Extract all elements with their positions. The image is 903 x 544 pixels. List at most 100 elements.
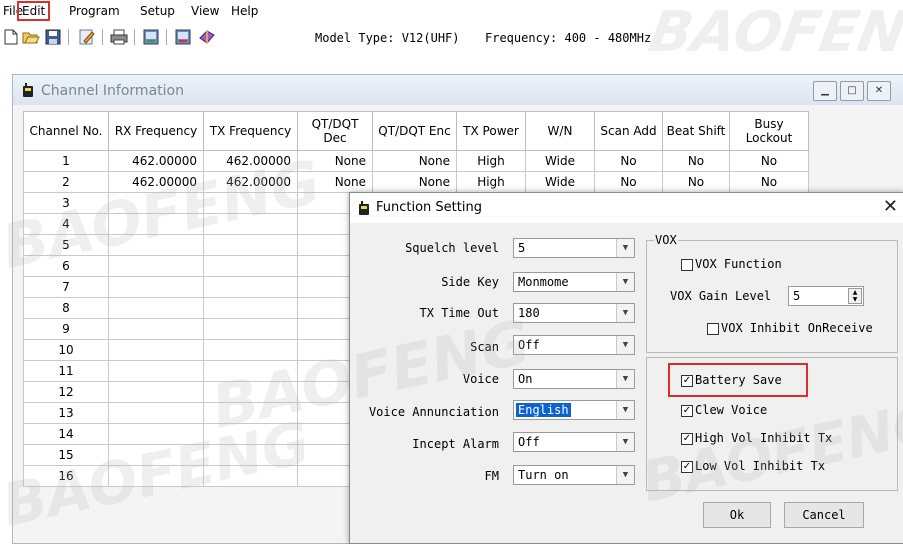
- table-cell[interactable]: 3: [23, 192, 109, 214]
- voice-annunciation-select[interactable]: English ▼: [513, 400, 635, 420]
- table-cell[interactable]: [203, 255, 298, 277]
- chevron-down-icon[interactable]: ▼: [616, 273, 634, 291]
- table-cell[interactable]: Wide: [525, 171, 595, 193]
- table-cell[interactable]: [108, 276, 204, 298]
- col-rx-frequency[interactable]: RX Frequency: [108, 111, 204, 151]
- clew-voice-checkbox[interactable]: ✓: [681, 405, 693, 417]
- table-cell[interactable]: 2: [23, 171, 109, 193]
- table-cell[interactable]: None: [372, 171, 457, 193]
- table-cell[interactable]: [203, 213, 298, 235]
- read-radio-icon[interactable]: [140, 26, 162, 48]
- table-row[interactable]: 2 462.00000 462.00000 None None High Wide No No N…: [23, 171, 809, 193]
- col-tx-frequency[interactable]: TX Frequency: [203, 111, 298, 151]
- voice-select[interactable]: On ▼: [513, 369, 635, 389]
- table-cell[interactable]: No: [662, 150, 730, 172]
- ok-button[interactable]: Ok: [703, 502, 771, 528]
- chevron-down-icon[interactable]: ▼: [616, 239, 634, 257]
- tx-time-out-select[interactable]: 180 ▼: [513, 303, 635, 323]
- vox-inhibit-checkbox[interactable]: [707, 323, 719, 335]
- col-beat-shift[interactable]: Beat Shift: [662, 111, 730, 151]
- table-cell[interactable]: 462.00000: [203, 150, 298, 172]
- table-cell[interactable]: [108, 339, 204, 361]
- new-file-icon[interactable]: [0, 26, 22, 48]
- col-qt-dqt-enc[interactable]: QT/DQT Enc: [372, 111, 457, 151]
- chevron-down-icon[interactable]: ▼: [616, 401, 634, 419]
- chevron-down-icon[interactable]: ▼: [616, 466, 634, 484]
- table-cell[interactable]: 5: [23, 234, 109, 256]
- table-cell[interactable]: [203, 234, 298, 256]
- col-channel-no[interactable]: Channel No.: [23, 111, 109, 151]
- table-cell[interactable]: [108, 465, 204, 487]
- table-cell[interactable]: 12: [23, 381, 109, 403]
- dialog-titlebar[interactable]: Function Setting ✕: [350, 193, 903, 223]
- table-cell[interactable]: [108, 423, 204, 445]
- menu-program[interactable]: Program: [66, 3, 123, 19]
- side-key-select[interactable]: Monmome ▼: [513, 272, 635, 292]
- table-cell[interactable]: [203, 423, 298, 445]
- incept-alarm-select[interactable]: Off ▼: [513, 432, 635, 452]
- edit-icon[interactable]: [76, 26, 98, 48]
- table-cell[interactable]: No: [594, 150, 663, 172]
- col-qt-dqt-dec[interactable]: QT/DQT Dec: [297, 111, 373, 151]
- vox-function-checkbox[interactable]: [681, 259, 693, 271]
- fm-select[interactable]: Turn on ▼: [513, 465, 635, 485]
- save-icon[interactable]: [42, 26, 64, 48]
- table-cell[interactable]: [203, 318, 298, 340]
- table-cell[interactable]: 8: [23, 297, 109, 319]
- table-cell[interactable]: None: [372, 150, 457, 172]
- menu-view[interactable]: View: [188, 3, 222, 19]
- table-cell[interactable]: None: [297, 171, 373, 193]
- low-vol-inhibit-checkbox[interactable]: ✓: [681, 461, 693, 473]
- table-cell[interactable]: 16: [23, 465, 109, 487]
- table-cell[interactable]: 7: [23, 276, 109, 298]
- table-cell[interactable]: [108, 213, 204, 235]
- table-cell[interactable]: 1: [23, 150, 109, 172]
- open-folder-icon[interactable]: [20, 26, 42, 48]
- channel-window-titlebar[interactable]: Channel Information ▁ □ ✕: [13, 75, 903, 105]
- chevron-down-icon[interactable]: ▼: [616, 336, 634, 354]
- menu-edit[interactable]: Edit: [16, 1, 51, 21]
- spinner-arrows-icon[interactable]: ▲ ▼: [848, 288, 862, 304]
- table-cell[interactable]: [203, 339, 298, 361]
- close-window-button[interactable]: ✕: [867, 81, 891, 101]
- table-cell[interactable]: 4: [23, 213, 109, 235]
- table-cell[interactable]: Wide: [525, 150, 595, 172]
- table-cell[interactable]: 9: [23, 318, 109, 340]
- table-cell[interactable]: 10: [23, 339, 109, 361]
- table-cell[interactable]: None: [297, 150, 373, 172]
- minimize-button[interactable]: ▁: [813, 81, 837, 101]
- menu-setup[interactable]: Setup: [137, 3, 178, 19]
- table-cell[interactable]: [203, 192, 298, 214]
- cancel-button[interactable]: Cancel: [784, 502, 864, 528]
- table-cell[interactable]: [108, 192, 204, 214]
- col-busy-lockout[interactable]: Busy Lockout: [729, 111, 809, 151]
- table-cell[interactable]: 14: [23, 423, 109, 445]
- print-icon[interactable]: [108, 26, 130, 48]
- write-radio-icon[interactable]: [172, 26, 194, 48]
- table-cell[interactable]: [108, 234, 204, 256]
- table-cell[interactable]: High: [456, 150, 526, 172]
- table-row[interactable]: 1 462.00000 462.00000 None None High Wide No No N…: [23, 150, 809, 172]
- col-scan-add[interactable]: Scan Add: [594, 111, 663, 151]
- book-icon[interactable]: [196, 26, 218, 48]
- vox-gain-level-spinner[interactable]: 5 ▲ ▼: [788, 286, 864, 306]
- table-cell[interactable]: [203, 381, 298, 403]
- table-cell[interactable]: 462.00000: [203, 171, 298, 193]
- maximize-button[interactable]: □: [840, 81, 864, 101]
- table-cell[interactable]: [203, 444, 298, 466]
- close-icon[interactable]: ✕: [883, 196, 898, 217]
- table-cell[interactable]: No: [594, 171, 663, 193]
- table-cell[interactable]: No: [662, 171, 730, 193]
- table-cell[interactable]: [108, 255, 204, 277]
- col-wn[interactable]: W/N: [525, 111, 595, 151]
- scan-select[interactable]: Off ▼: [513, 335, 635, 355]
- table-cell[interactable]: [108, 360, 204, 382]
- table-cell[interactable]: 13: [23, 402, 109, 424]
- table-cell[interactable]: [203, 276, 298, 298]
- table-cell[interactable]: 462.00000: [108, 150, 204, 172]
- table-cell[interactable]: 6: [23, 255, 109, 277]
- table-cell[interactable]: [108, 318, 204, 340]
- table-cell[interactable]: [203, 465, 298, 487]
- high-vol-inhibit-checkbox[interactable]: ✓: [681, 433, 693, 445]
- squelch-level-select[interactable]: 5 ▼: [513, 238, 635, 258]
